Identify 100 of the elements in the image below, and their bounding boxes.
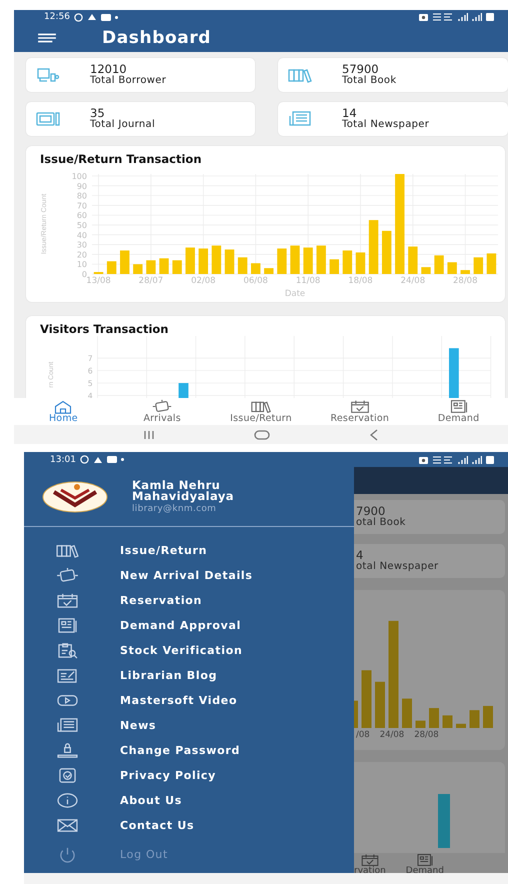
calendar-check-icon: [55, 592, 80, 609]
bar: [277, 248, 287, 274]
bar: [408, 246, 418, 274]
axis-tick-label: /08: [356, 730, 370, 740]
axis-tick-label: 28/08: [414, 730, 439, 740]
axis-title: Date: [284, 289, 306, 298]
stat-card[interactable]: 35 Total Journal: [26, 102, 255, 136]
chat-icon: [74, 12, 83, 22]
bar: [290, 246, 300, 274]
books-icon: [55, 542, 80, 559]
axis-tick-label: 90: [76, 182, 87, 191]
nav-tab[interactable]: Reservation: [310, 398, 410, 425]
menu-item[interactable]: Change Password: [24, 738, 354, 763]
menu-item[interactable]: Demand Approval: [24, 613, 354, 638]
axis-tick-label: 24/08: [400, 276, 426, 286]
axis-tick-label: 80: [76, 192, 87, 201]
stat-value: 57900: [342, 63, 379, 75]
menu-item[interactable]: Contact Us: [24, 813, 354, 838]
menu-item[interactable]: Issue/Return: [24, 538, 354, 563]
bar: [416, 720, 426, 728]
bar: [264, 268, 274, 274]
menu-item[interactable]: Reservation: [24, 588, 354, 613]
video-icon: [106, 456, 117, 463]
info-icon: [55, 792, 80, 809]
bar: [342, 250, 352, 274]
bar: [198, 248, 208, 274]
stat-card[interactable]: 12010 Total Borrower: [26, 58, 255, 92]
stat-value: 14: [342, 107, 357, 119]
axis-tick-label: 18/08: [348, 276, 373, 286]
network-icon: [432, 456, 454, 464]
menu-item[interactable]: Privacy Policy: [24, 763, 354, 788]
stat-label: otal Book: [356, 517, 407, 529]
nav-tab[interactable]: Home: [14, 398, 113, 425]
newspaper-icon: [288, 110, 312, 128]
axis-tick-label: 5: [88, 378, 93, 388]
bar: [460, 270, 470, 274]
axis-tick-label: 100: [72, 172, 87, 181]
nav-tab[interactable]: Demand: [409, 398, 508, 425]
notification-dot-icon: [114, 16, 118, 18]
bar: [470, 710, 480, 728]
package-icon: [55, 567, 80, 584]
chart-title: Issue/Return Transaction: [39, 152, 203, 166]
bar: [382, 230, 392, 274]
bar: [212, 246, 222, 274]
nav-tab[interactable]: Arrivals: [112, 398, 212, 425]
bar: [186, 248, 195, 274]
bar: [368, 220, 378, 274]
stat-card[interactable]: 14 Total Newspaper: [278, 102, 508, 136]
signal-icon: [472, 456, 482, 464]
back-icon: [370, 428, 378, 440]
stat-label: Total Journal: [90, 119, 156, 131]
bar: [456, 724, 466, 728]
stat-value: 12010: [90, 63, 127, 75]
stat-label: Total Borrower: [90, 75, 166, 87]
stat-card[interactable]: 57900 Total Book: [278, 58, 508, 92]
axis-tick-label: 40: [76, 230, 87, 240]
axis-tick-label: 28/08: [453, 276, 478, 286]
bar: [483, 706, 493, 728]
menu-item[interactable]: Stock Verification: [24, 638, 354, 663]
signal-icon: [458, 13, 468, 21]
home-button-icon: [254, 430, 270, 440]
play-icon: [55, 692, 80, 709]
stat-label: Total Newspaper: [342, 119, 430, 131]
axis-tick-label: 60: [76, 211, 87, 220]
stat-value: 4: [356, 549, 364, 561]
college-name: Kamla Nehru Mahavidyalaya: [132, 480, 235, 502]
notification-dot-icon: [120, 458, 124, 461]
menu-item[interactable]: News: [24, 713, 354, 738]
bar: [442, 715, 452, 728]
signal-icon: [472, 13, 482, 21]
menu-item[interactable]: Mastersoft Video: [24, 688, 354, 713]
menu-item[interactable]: New Arrival Details: [24, 563, 354, 588]
status-time: 13:01: [50, 454, 76, 464]
nav-label: Demand: [406, 867, 444, 873]
menu-item[interactable]: Librarian Blog: [24, 663, 354, 688]
axis-tick-label: 24/08: [380, 730, 404, 740]
user-email: library@knm.com: [132, 504, 218, 514]
app-title: Dashboard: [102, 28, 212, 48]
bar: [438, 794, 450, 848]
bar: [486, 253, 496, 274]
axis-tick-label: 30: [76, 240, 87, 250]
bar: [474, 257, 484, 274]
bar: [421, 267, 431, 274]
newspaper-icon: [55, 717, 80, 734]
bar: [146, 260, 156, 274]
signal-icon: [458, 456, 468, 464]
stat-value: 35: [90, 107, 105, 119]
envelope-icon: [55, 817, 80, 834]
nav-tab[interactable]: Issue/Return: [212, 398, 310, 425]
axis-tick-label: 50: [76, 220, 87, 230]
books-icon: [248, 399, 273, 414]
stat-value: 7900: [356, 505, 386, 517]
status-time: 12:56: [44, 12, 70, 22]
bar: [251, 263, 260, 274]
chart-title: Visitors Transaction: [39, 322, 170, 336]
stat-label: Total Book: [342, 75, 396, 87]
menu-item[interactable]: About Us: [24, 788, 354, 813]
camera-icon: [419, 456, 428, 464]
chat-icon: [80, 455, 89, 464]
battery-icon: [486, 456, 494, 464]
